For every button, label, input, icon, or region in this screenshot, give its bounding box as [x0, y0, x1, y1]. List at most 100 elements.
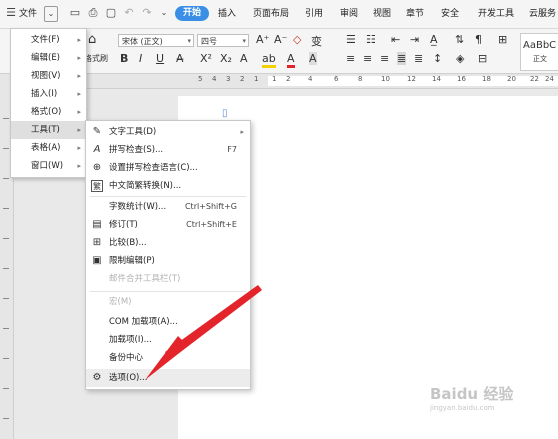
spell-check-icon: A — [93, 144, 101, 155]
highlight-icon[interactable]: ab — [262, 52, 276, 68]
numbering-icon[interactable]: ☷ — [366, 33, 376, 46]
shrink-font-icon[interactable]: A⁻ — [274, 33, 287, 46]
language-icon: ⊕ — [92, 162, 102, 173]
menu-item-restrict-editing[interactable]: ▣ 限制编辑(P) — [86, 252, 250, 270]
borders-icon[interactable]: ⊟ — [478, 52, 487, 65]
menu-item-compare[interactable]: ⊞ 比较(B)... — [86, 234, 250, 252]
menu-item-label: 文字工具(D) — [109, 127, 157, 137]
increase-indent-icon[interactable]: ⇥ — [410, 33, 419, 46]
file-menu-button[interactable]: 文件 — [19, 0, 37, 28]
sort-icon[interactable]: ⇅ — [455, 33, 464, 46]
italic-button[interactable]: I — [139, 52, 142, 65]
menu-item-options[interactable]: ⚙ 选项(O)... — [86, 369, 250, 387]
menu-item-word-count[interactable]: 字数统计(W)... Ctrl+Shift+G — [86, 198, 250, 216]
menu-item-window[interactable]: 窗口(W) ▸ — [11, 157, 86, 175]
hamburger-icon[interactable]: ☰ — [4, 6, 18, 20]
menu-item-view[interactable]: 视图(V) ▸ — [11, 67, 86, 85]
paragraph-mark-icon: ▯ — [222, 108, 228, 119]
tab-cloud[interactable]: 云服务 — [529, 0, 556, 28]
menu-item-table[interactable]: 表格(A) ▸ — [11, 139, 86, 157]
strikethrough-icon[interactable]: A̶ — [176, 52, 184, 65]
menu-item-backup-center[interactable]: 备份中心 — [86, 349, 250, 367]
align-center-icon[interactable]: ≡ — [363, 52, 372, 65]
tab-references[interactable]: 引用 — [305, 0, 323, 28]
underline-button[interactable]: U — [156, 52, 164, 65]
ruler-tick — [3, 418, 9, 419]
chevron-right-icon: ▸ — [77, 90, 81, 98]
customize-chevron-icon[interactable]: ⌄ — [157, 6, 171, 20]
grow-font-icon[interactable]: A⁺ — [256, 33, 269, 46]
tab-chapter[interactable]: 章节 — [406, 0, 424, 28]
menu-item-chinese-conversion[interactable]: 繁 中文简繁转换(N)... — [86, 177, 250, 195]
chevron-right-icon: ▸ — [77, 162, 81, 170]
menu-item-shortcut: Ctrl+Shift+G — [184, 202, 237, 211]
ruler-number: 8 — [358, 75, 363, 83]
superscript-icon[interactable]: X² — [200, 52, 212, 65]
justify-icon[interactable]: ≣ — [397, 52, 407, 65]
ruler-tick — [3, 178, 9, 179]
menu-item-revision[interactable]: ▤ 修订(T) Ctrl+Shift+E — [86, 216, 250, 234]
style-preview: AaBbC — [523, 40, 557, 51]
change-case-icon[interactable]: A̲ — [430, 33, 438, 46]
font-name-combo[interactable]: 宋体 (正文) ▾ — [118, 34, 194, 47]
line-spacing-icon[interactable]: ↕ — [433, 52, 442, 65]
tab-review[interactable]: 审阅 — [340, 0, 358, 28]
ruler-number: 24 — [545, 75, 554, 83]
char-shading-icon[interactable]: A — [309, 52, 317, 65]
menu-item-tools[interactable]: 工具(T) ▸ — [11, 121, 86, 139]
menu-item-label: 宏(M) — [109, 297, 132, 307]
undo-icon[interactable]: ↶ — [122, 6, 136, 20]
print-icon[interactable]: ⎙ — [86, 6, 100, 20]
menu-item-label: 修订(T) — [109, 220, 138, 230]
font-size-combo[interactable]: 四号 ▾ — [197, 34, 249, 47]
menu-item-spell-check[interactable]: A 拼写检查(S)... F7 — [86, 141, 250, 159]
ruler-number: 5 — [198, 75, 203, 83]
font-color-icon[interactable]: A — [287, 52, 295, 68]
tools-submenu: ✎ 文字工具(D) ▸ A 拼写检查(S)... F7 ⊕ 设置拼写检查语言(C… — [85, 120, 251, 390]
menu-item-format[interactable]: 格式(O) ▸ — [11, 103, 86, 121]
redo-icon[interactable]: ↷ — [140, 6, 154, 20]
chevron-right-icon: ▸ — [77, 108, 81, 116]
text-effect-icon[interactable]: A — [240, 52, 248, 65]
chevron-down-icon[interactable]: ⌄ — [44, 6, 58, 22]
menu-item-spell-language[interactable]: ⊕ 设置拼写检查语言(C)... — [86, 159, 250, 177]
align-left-icon[interactable]: ≡ — [346, 52, 355, 65]
shading-icon[interactable]: ◈ — [456, 52, 464, 65]
table-grid-icon[interactable]: ⊞ — [498, 33, 507, 46]
menu-bar: ☰ 文件 ⌄ ▭ ⎙ ▢ ↶ ↷ ⌄ 开始 插入 页面布局 引用 审阅 视图 章… — [0, 0, 558, 29]
distributed-icon[interactable]: ≣ — [414, 52, 423, 65]
menu-item-label: 文件(F) — [31, 35, 60, 45]
tab-start[interactable]: 开始 — [175, 6, 209, 21]
decrease-indent-icon[interactable]: ⇤ — [391, 33, 400, 46]
subscript-icon[interactable]: X₂ — [220, 52, 232, 65]
bold-button[interactable]: B — [120, 52, 128, 65]
print-preview-icon[interactable]: ▢ — [104, 6, 118, 20]
menu-item-mail-merge-toolbar: 邮件合并工具栏(T) — [86, 270, 250, 288]
tab-insert[interactable]: 插入 — [218, 0, 236, 28]
ruler-number: 4 — [308, 75, 313, 83]
align-right-icon[interactable]: ≡ — [380, 52, 389, 65]
ruler-number: 4 — [212, 75, 217, 83]
phonetic-icon[interactable]: 变 — [311, 33, 322, 49]
style-gallery[interactable]: AaBbC 正文 — [520, 33, 558, 71]
menu-item-shortcut: F7 — [227, 145, 237, 154]
bullets-icon[interactable]: ☰ — [346, 33, 356, 46]
clear-format-icon[interactable]: ◇ — [293, 33, 301, 46]
menu-item-com-addins[interactable]: COM 加载项(A)... — [86, 313, 250, 331]
show-marks-icon[interactable]: ¶ — [475, 33, 482, 46]
ruler-tick — [3, 298, 9, 299]
save-icon[interactable]: ▭ — [68, 6, 82, 20]
tab-security[interactable]: 安全 — [441, 0, 459, 28]
menu-item-label: 限制编辑(P) — [109, 256, 155, 266]
tab-page-layout[interactable]: 页面布局 — [253, 0, 289, 28]
format-painter-icon[interactable]: ⌂ — [88, 32, 96, 47]
menu-item-text-tools[interactable]: ✎ 文字工具(D) ▸ — [86, 123, 250, 141]
tab-developer[interactable]: 开发工具 — [478, 0, 514, 28]
format-painter-label[interactable]: 格式刷 — [84, 53, 108, 64]
menu-item-addins[interactable]: 加载项(I)... — [86, 331, 250, 349]
menu-item-label: 比较(B)... — [109, 238, 147, 248]
menu-item-file[interactable]: 文件(F) ▸ — [11, 31, 86, 49]
tab-view[interactable]: 视图 — [373, 0, 391, 28]
menu-item-edit[interactable]: 编辑(E) ▸ — [11, 49, 86, 67]
menu-item-insert[interactable]: 插入(I) ▸ — [11, 85, 86, 103]
